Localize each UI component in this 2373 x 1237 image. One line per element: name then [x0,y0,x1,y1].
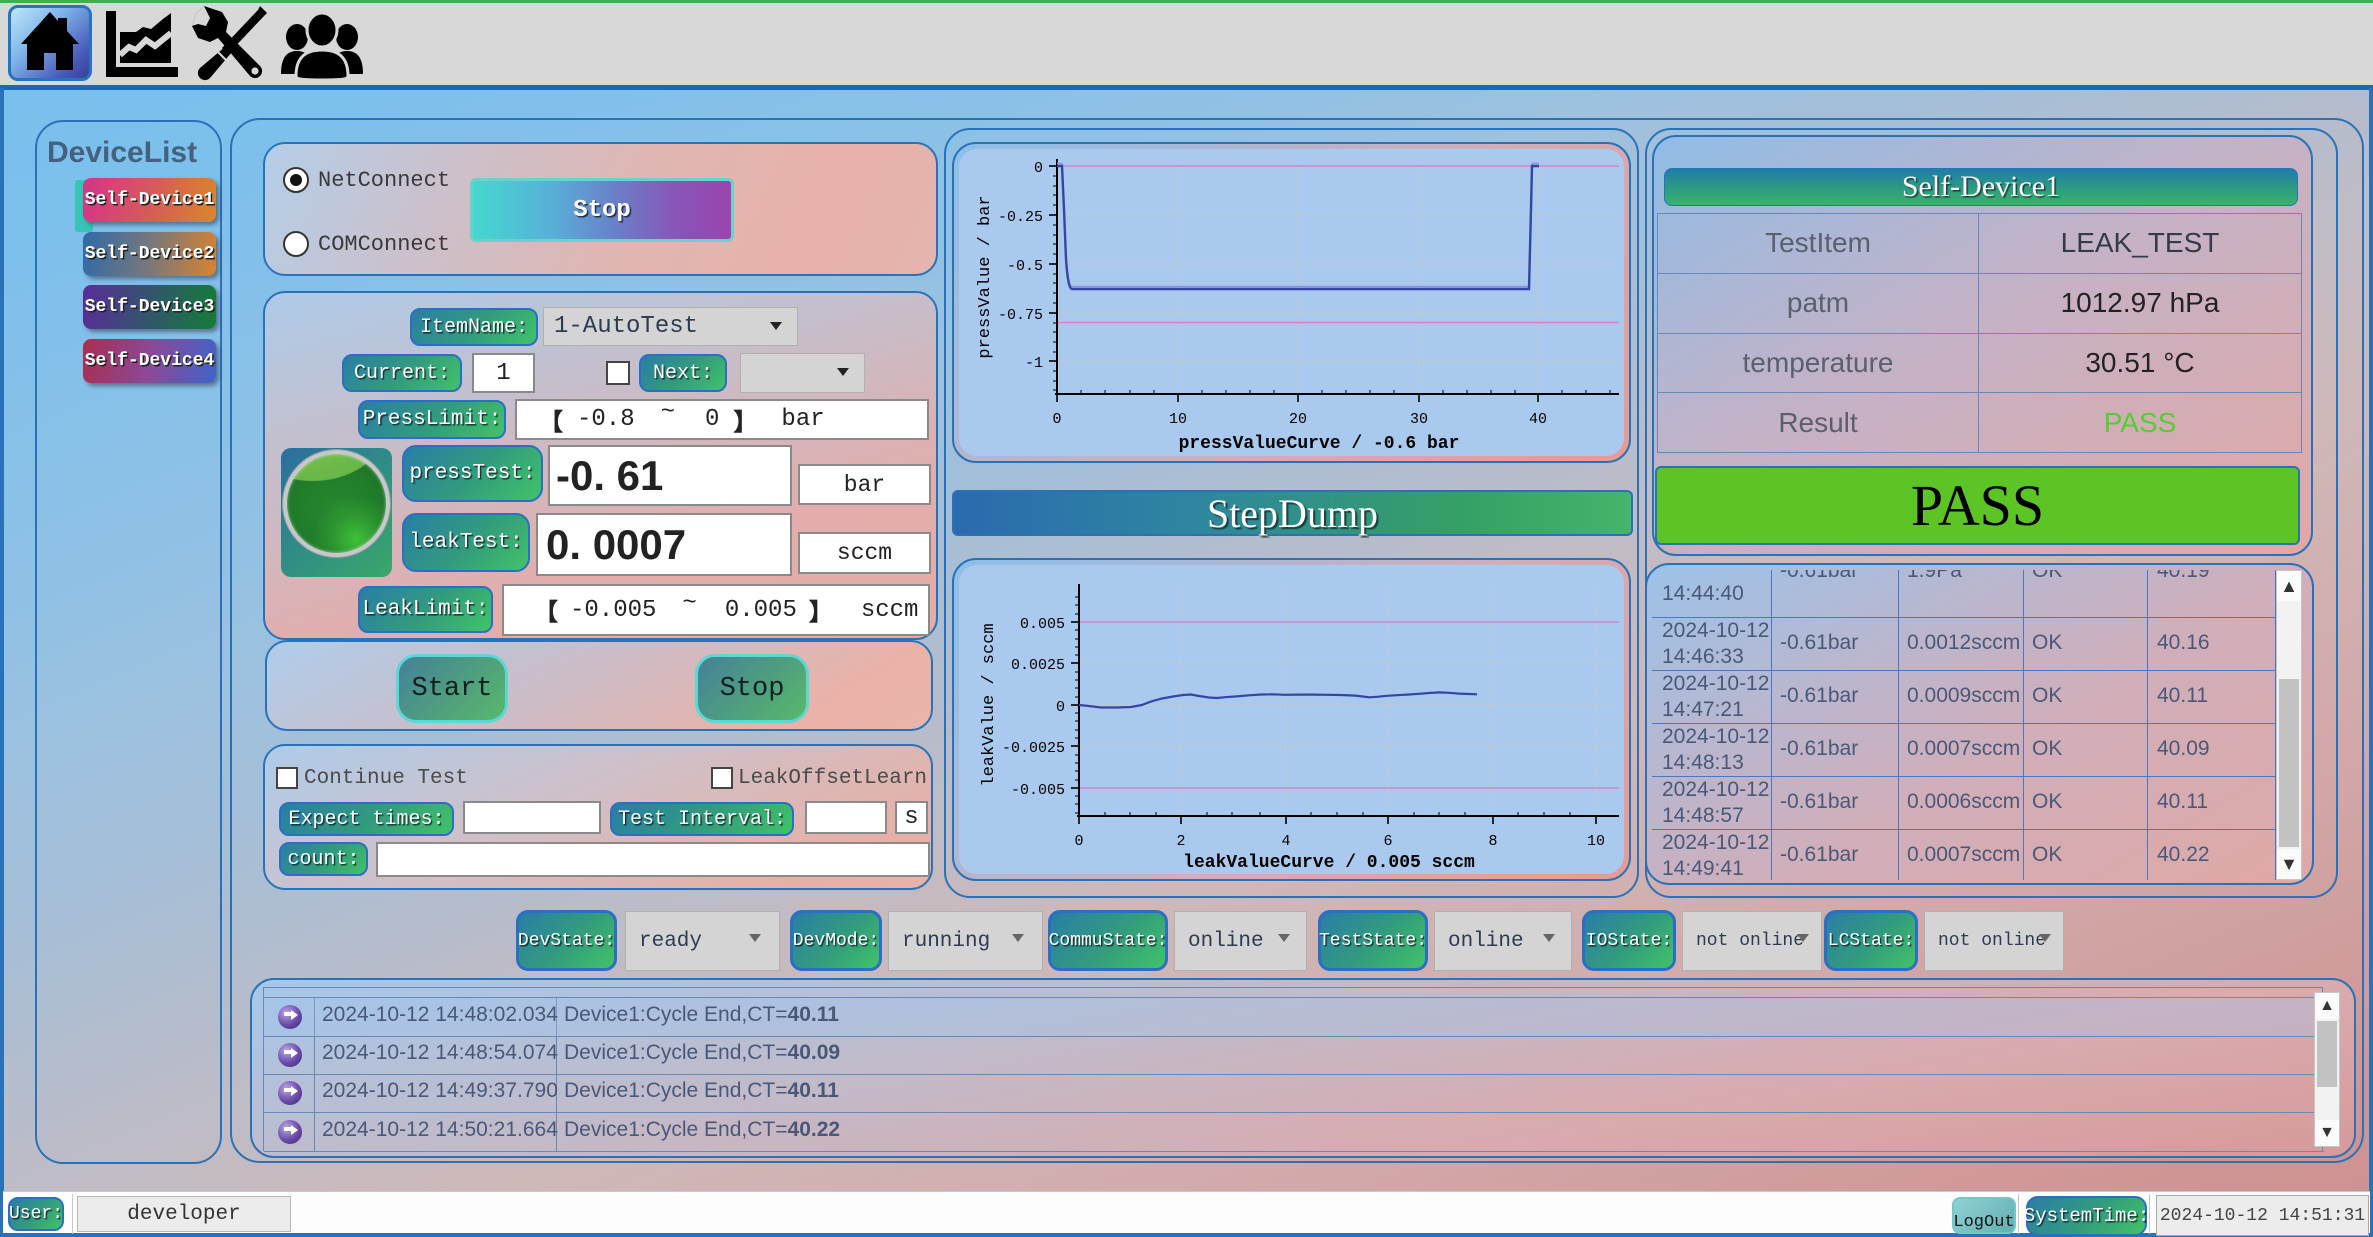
svg-text:40: 40 [1529,411,1547,428]
svg-text:-1: -1 [1025,355,1043,372]
svg-text:0: 0 [1034,160,1043,177]
svg-text:6: 6 [1383,833,1392,850]
svg-text:-0.0025: -0.0025 [1002,740,1065,757]
svg-text:0: 0 [1074,833,1083,850]
svg-text:leakValueCurve / 0.005 sccm: leakValueCurve / 0.005 sccm [1183,853,1475,873]
svg-text:0.0025: 0.0025 [1011,657,1065,674]
svg-text:-0.25: -0.25 [998,209,1043,226]
svg-text:0: 0 [1052,411,1061,428]
svg-text:-0.5: -0.5 [1007,258,1043,275]
svg-text:8: 8 [1488,833,1497,850]
svg-text:30: 30 [1410,411,1428,428]
svg-text:10: 10 [1169,411,1187,428]
svg-text:leakValue / sccm: leakValue / sccm [980,623,999,786]
svg-text:-0.75: -0.75 [998,307,1043,324]
svg-text:10: 10 [1587,833,1605,850]
svg-text:0: 0 [1056,699,1065,716]
svg-text:pressValueCurve / -0.6 bar: pressValueCurve / -0.6 bar [1179,434,1460,454]
svg-text:20: 20 [1289,411,1307,428]
svg-text:-0.005: -0.005 [1011,782,1065,799]
svg-text:pressValue / bar: pressValue / bar [976,195,995,358]
svg-text:2: 2 [1176,833,1185,850]
svg-text:4: 4 [1281,833,1290,850]
svg-text:0.005: 0.005 [1020,616,1065,633]
